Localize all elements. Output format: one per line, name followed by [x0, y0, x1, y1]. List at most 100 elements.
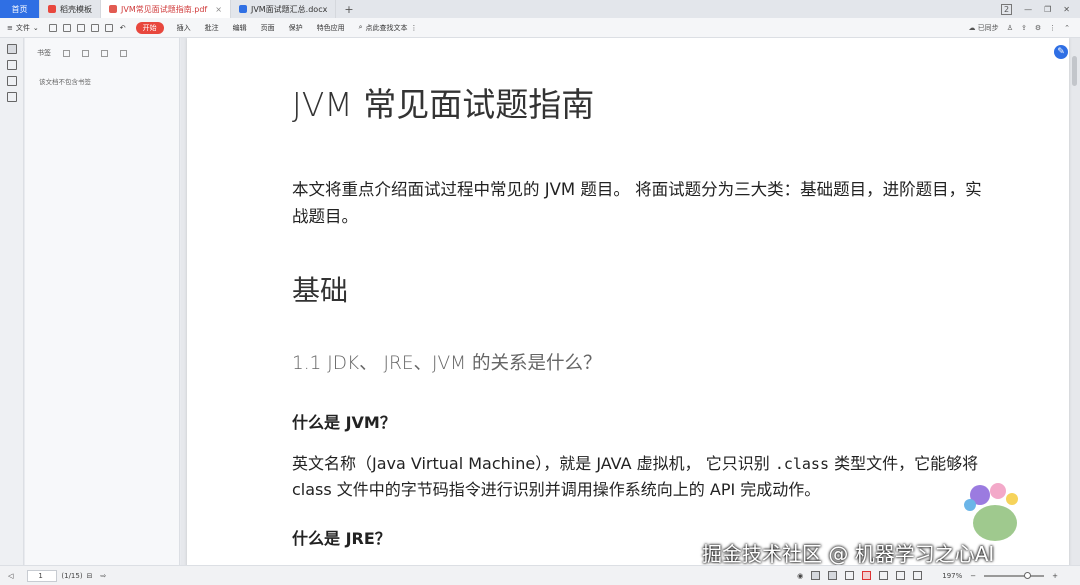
document-title: JVM 常见面试题指南 [292, 85, 595, 124]
chevron-down-icon: ⌄ [32, 23, 39, 32]
tab-page[interactable]: 页面 [254, 23, 282, 33]
left-rail [0, 38, 24, 565]
watermark-mascot [964, 483, 1018, 541]
export-icon[interactable] [104, 23, 113, 32]
tab-insert[interactable]: 插入 [170, 23, 198, 33]
thumbnail-icon[interactable] [6, 60, 17, 70]
inline-code: .class [774, 455, 829, 473]
sync-status[interactable]: ☁ 已同步 [968, 23, 998, 33]
zoom-in-icon[interactable]: + [1052, 572, 1058, 580]
flower-shape [1006, 493, 1018, 505]
eye-icon[interactable]: ◉ [797, 572, 803, 580]
file-menu[interactable]: ≡ 文件 ⌄ [0, 23, 46, 33]
flower-shape [964, 499, 976, 511]
bookmark-panel-icon[interactable] [6, 44, 17, 54]
tab-home[interactable]: 首页 [0, 0, 40, 18]
page-number-input[interactable]: 1 [27, 569, 58, 582]
cloud-icon: ☁ [968, 23, 976, 32]
tab-protect[interactable]: 保护 [282, 23, 310, 33]
fullscreen-icon[interactable] [913, 571, 923, 580]
save-icon[interactable] [62, 23, 71, 32]
undo-icon[interactable]: ↶ [120, 24, 126, 32]
bookmark-title: 书签 [37, 49, 51, 57]
view-controls: ◉ 197% − + [797, 571, 1080, 580]
fit-width-icon[interactable] [896, 571, 906, 580]
bookmark-panel: 书签 该文档不包含书签 [25, 38, 180, 565]
pdf-page: JVM 常见面试题指南 本文将重点介绍面试过程中常见的 JVM 题目。 将面试题… [187, 38, 1069, 565]
tab-label: JVM面试题汇总.docx [250, 4, 328, 14]
expand-bookmark-icon[interactable] [101, 49, 108, 57]
new-tab-button[interactable]: + [336, 0, 361, 18]
open-icon[interactable] [48, 23, 57, 32]
settings-icon[interactable]: ⚙ [1035, 24, 1041, 32]
bookmark-panel-header: 书签 [25, 38, 179, 58]
plus-icon: + [344, 2, 354, 16]
intro-paragraph: 本文将重点介绍面试过程中常见的 JVM 题目。 将面试题分为三大类：基础题目，进… [292, 180, 982, 226]
paragraph-text: 英文名称（Java Virtual Machine），就是 JAVA 虚拟机， … [292, 454, 775, 473]
delete-bookmark-icon[interactable] [82, 49, 89, 57]
leaf-shape [973, 505, 1017, 541]
search-icon: ⌕ [358, 23, 363, 31]
print-icon[interactable] [76, 23, 85, 32]
find-text-search[interactable]: ⌕ 点此查找文本 ⋮ [352, 23, 425, 33]
zoom-level[interactable]: 197% [942, 572, 962, 580]
continuous-view-icon[interactable] [828, 571, 838, 580]
bookmark-empty-message: 该文档不包含书签 [39, 78, 91, 86]
close-icon[interactable]: × [215, 5, 222, 14]
vertical-scrollbar[interactable] [1072, 46, 1078, 565]
watermark-text: 掘金技术社区 @ 机器学习之心AI [702, 542, 995, 566]
tab-docx-document[interactable]: JVM面试题汇总.docx [231, 0, 337, 18]
play-icon[interactable] [862, 571, 872, 580]
more-icon: ⋮ [410, 23, 418, 32]
fit-page-icon[interactable] [879, 571, 889, 580]
hamburger-icon: ≡ [7, 23, 13, 32]
subheading-jre: 什么是 JRE？ [292, 529, 391, 548]
tab-bar: 首页 稻壳模板 JVM常见面试题指南.pdf × JVM面试题汇总.docx +… [0, 0, 1080, 18]
share-icon[interactable]: ⇪ [1021, 24, 1027, 32]
restore-icon[interactable]: ❐ [1044, 5, 1051, 14]
ribbon-toolbar: ≡ 文件 ⌄ ↶ 开始 插入 批注 编辑 页面 保护 特色应用 ⌕ 点此查找文本… [0, 18, 1080, 38]
document-viewport[interactable]: JVM 常见面试题指南 本文将重点介绍面试过程中常见的 JVM 题目。 将面试题… [181, 38, 1080, 565]
collapse-bookmark-icon[interactable] [120, 49, 127, 57]
preview-icon[interactable] [90, 23, 99, 32]
minimize-icon[interactable]: — [1024, 5, 1032, 14]
search-label: 点此查找文本 [365, 23, 408, 32]
zoom-slider-knob[interactable] [1024, 571, 1032, 579]
window-count-badge: 2 [1001, 3, 1013, 15]
tab-start[interactable]: 开始 [135, 21, 164, 34]
close-window-icon[interactable]: ✕ [1063, 5, 1070, 14]
tab-docer-templates[interactable]: 稻壳模板 [40, 0, 101, 18]
attachment-icon[interactable] [6, 92, 17, 102]
annotation-icon[interactable] [6, 76, 17, 86]
subheading-jvm: 什么是 JVM？ [292, 413, 396, 432]
tab-home-label: 首页 [11, 4, 28, 14]
more-options-icon[interactable]: ⋮ [1049, 24, 1056, 32]
single-page-view-icon[interactable] [811, 571, 821, 580]
tab-annotate[interactable]: 批注 [198, 23, 226, 33]
tab-edit[interactable]: 编辑 [226, 23, 254, 33]
page-jump-icon[interactable]: ⊟ [87, 572, 93, 580]
scroll-thumb[interactable] [1072, 56, 1077, 86]
zoom-out-icon[interactable]: − [970, 572, 976, 580]
translate-icon[interactable]: ✎ [1054, 45, 1068, 59]
next-page-icon[interactable]: ⇨ [100, 572, 106, 580]
question-heading: 1.1 JDK、 JRE、JVM 的关系是什么？ [292, 353, 602, 374]
user-icon[interactable]: ♙ [1007, 24, 1013, 32]
zoom-slider[interactable] [984, 571, 1045, 579]
word-file-icon [238, 5, 247, 13]
collapse-icon[interactable]: ⌃ [1064, 24, 1070, 32]
flower-shape [990, 483, 1006, 499]
tab-features[interactable]: 特色应用 [310, 23, 352, 33]
two-page-view-icon[interactable] [845, 571, 855, 580]
sync-label: 已同步 [977, 23, 999, 32]
toolbar-right: ☁ 已同步 ♙ ⇪ ⚙ ⋮ ⌃ [968, 23, 1080, 33]
docer-icon [48, 5, 56, 13]
prev-page-icon[interactable]: ◁ [8, 572, 13, 580]
pdf-file-icon [109, 5, 117, 13]
add-bookmark-icon[interactable] [63, 49, 70, 57]
tab-pdf-document[interactable]: JVM常见面试题指南.pdf × [101, 0, 231, 18]
file-menu-label: 文件 [15, 23, 30, 32]
tab-label: JVM常见面试题指南.pdf [121, 4, 208, 14]
jvm-paragraph: 英文名称（Java Virtual Machine），就是 JAVA 虚拟机， … [292, 451, 992, 503]
window-controls: 2 — ❐ ✕ [1001, 0, 1080, 18]
